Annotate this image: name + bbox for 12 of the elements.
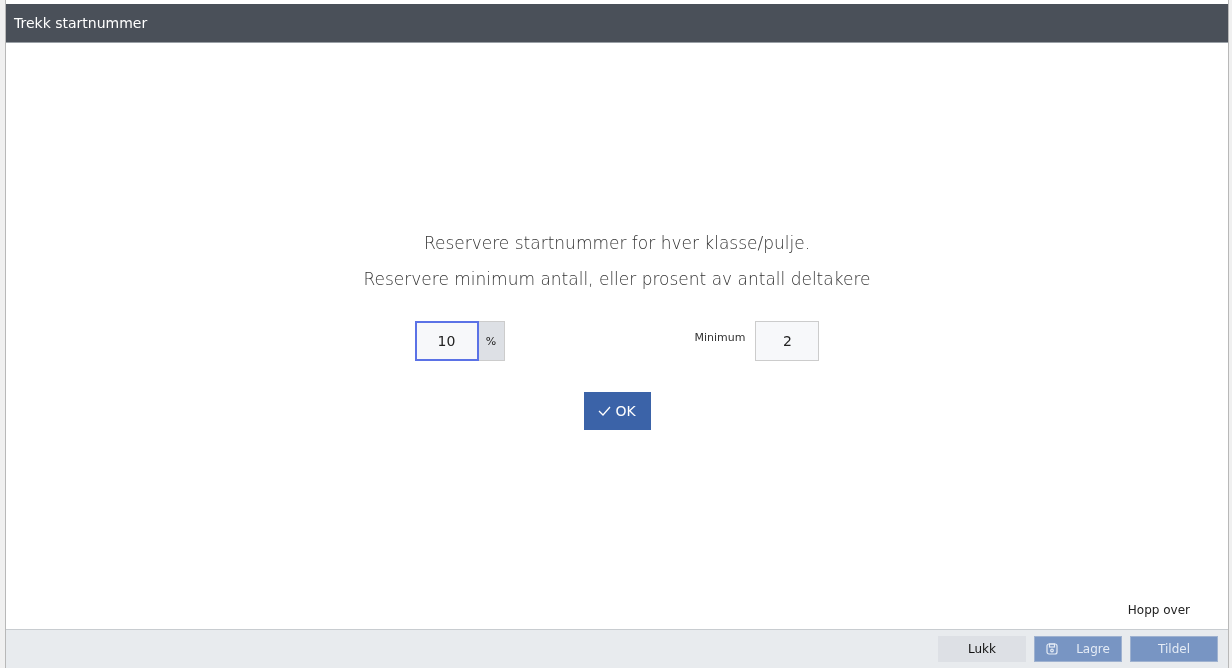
skip-link[interactable]: Hopp over	[1127, 603, 1190, 617]
window-title: Trekk startnummer	[14, 15, 148, 31]
minimum-label: Minimum	[694, 330, 746, 344]
ok-button[interactable]: OK	[583, 392, 651, 430]
footer-button[interactable]: Lukk	[938, 636, 1026, 662]
instruction-text: Reservere minimum antall, eller prosent av antall deltakere	[363, 269, 871, 289]
percent-unit: %	[478, 321, 505, 361]
save-icon	[1046, 643, 1059, 655]
minimum-field[interactable]: 2	[755, 321, 820, 361]
check-icon	[598, 406, 612, 416]
instruction-text: Reservere startnummer for hver klasse/pulje.	[423, 233, 811, 253]
percent-field[interactable]: 10	[414, 321, 479, 361]
